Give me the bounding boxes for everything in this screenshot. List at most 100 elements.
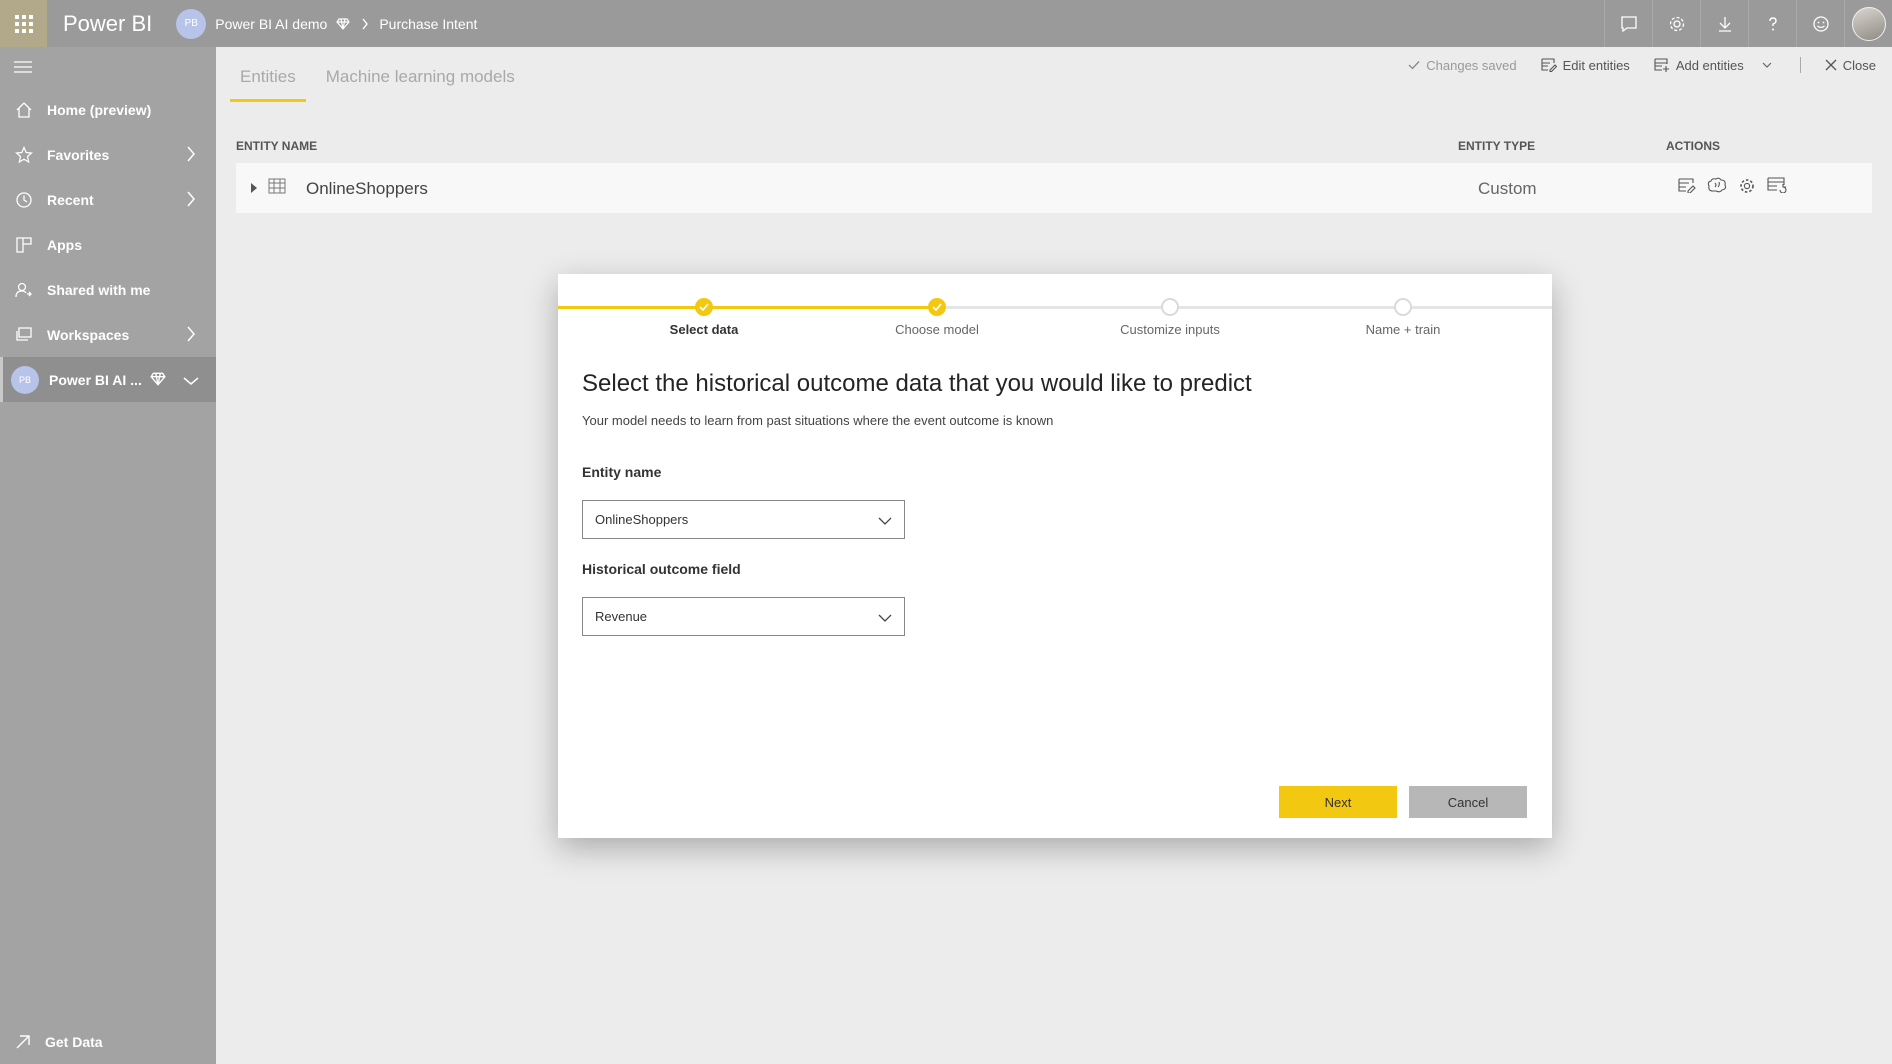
step-choose-model[interactable]: Choose model bbox=[837, 298, 1037, 337]
top-icons bbox=[1604, 0, 1892, 47]
help-icon[interactable] bbox=[1748, 0, 1796, 47]
premium-diamond-icon bbox=[150, 371, 166, 390]
workspaces-icon bbox=[14, 325, 34, 345]
nav-toggle-button[interactable] bbox=[0, 47, 216, 87]
settings-gear-icon[interactable] bbox=[1738, 177, 1756, 195]
refresh-table-icon[interactable] bbox=[1767, 177, 1787, 195]
edit-entities-button[interactable]: Edit entities bbox=[1541, 58, 1630, 73]
entity-type-cell: Custom bbox=[1478, 179, 1537, 198]
column-header-actions: ACTIONS bbox=[1666, 139, 1720, 153]
sidebar-item-workspaces[interactable]: Workspaces bbox=[0, 312, 216, 357]
close-icon bbox=[1825, 59, 1837, 71]
app-launcher-button[interactable] bbox=[0, 0, 47, 47]
outcome-field-label: Historical outcome field bbox=[582, 561, 741, 577]
home-icon bbox=[14, 100, 34, 120]
table-row[interactable]: OnlineShoppers Custom bbox=[236, 163, 1872, 213]
edit-entities-label: Edit entities bbox=[1562, 57, 1630, 73]
actions-bar: Changes saved Edit entities Add entities… bbox=[1384, 57, 1876, 73]
step-label: Choose model bbox=[895, 322, 979, 337]
tab-entities[interactable]: Entities bbox=[230, 67, 306, 102]
premium-diamond-icon bbox=[336, 17, 351, 31]
waffle-icon bbox=[14, 14, 33, 33]
column-header-entity-type: ENTITY TYPE bbox=[1458, 139, 1536, 153]
clock-icon bbox=[14, 190, 34, 210]
tab-ml-models[interactable]: Machine learning models bbox=[326, 67, 515, 102]
chevron-right-icon[interactable] bbox=[186, 190, 196, 211]
user-avatar bbox=[1851, 6, 1886, 41]
get-data-button[interactable]: Get Data bbox=[0, 1019, 216, 1064]
sidebar-item-label: Workspaces bbox=[47, 326, 130, 343]
chevron-right-icon[interactable] bbox=[186, 325, 196, 346]
column-header-entity-name: ENTITY NAME bbox=[236, 139, 318, 153]
sidebar-item-label: Home (preview) bbox=[47, 101, 152, 118]
account-button[interactable] bbox=[1844, 0, 1892, 47]
next-button[interactable]: Next bbox=[1279, 786, 1397, 818]
arrow-up-right-icon bbox=[14, 1033, 32, 1051]
chat-icon[interactable] bbox=[1604, 0, 1652, 47]
chevron-down-icon[interactable] bbox=[182, 373, 200, 389]
dialog-title: Select the historical outcome data that … bbox=[582, 370, 1252, 397]
entity-name-select[interactable]: OnlineShoppers bbox=[582, 500, 905, 539]
dialog-subtitle: Your model needs to learn from past situ… bbox=[582, 413, 1054, 428]
checkmark-icon bbox=[1408, 61, 1420, 70]
table-icon bbox=[268, 178, 286, 199]
sidebar-item-label: Power BI AI ... bbox=[49, 371, 142, 388]
changes-saved-label: Changes saved bbox=[1426, 57, 1517, 73]
step-label: Name + train bbox=[1365, 322, 1441, 337]
add-entities-label: Add entities bbox=[1675, 57, 1744, 73]
outcome-field-value: Revenue bbox=[595, 609, 648, 624]
changes-saved-status: Changes saved bbox=[1408, 57, 1517, 73]
step-check-icon bbox=[928, 298, 946, 316]
app-brand[interactable]: Power BI bbox=[63, 11, 152, 37]
wizard-stepper: Select data Choose model Customize input… bbox=[558, 274, 1552, 354]
step-check-icon bbox=[695, 298, 713, 316]
shared-icon bbox=[14, 280, 34, 300]
add-entities-button[interactable]: Add entities bbox=[1654, 58, 1744, 73]
sidebar-item-label: Favorites bbox=[47, 146, 110, 163]
sidebar-item-apps[interactable]: Apps bbox=[0, 222, 216, 267]
smiley-icon[interactable] bbox=[1796, 0, 1844, 47]
outcome-field-select[interactable]: Revenue bbox=[582, 597, 905, 636]
chevron-right-icon[interactable] bbox=[186, 145, 196, 166]
close-label: Close bbox=[1842, 57, 1876, 73]
sidebar-item-home[interactable]: Home (preview) bbox=[0, 87, 216, 132]
add-entities-dropdown[interactable] bbox=[1762, 62, 1778, 68]
expand-caret-icon[interactable] bbox=[250, 181, 258, 199]
step-label: Select data bbox=[669, 322, 739, 337]
brain-icon[interactable] bbox=[1707, 177, 1727, 195]
entity-name-cell: OnlineShoppers bbox=[306, 179, 428, 198]
edit-table-icon bbox=[1541, 58, 1557, 72]
step-customize-inputs[interactable]: Customize inputs bbox=[1070, 298, 1270, 337]
step-label: Customize inputs bbox=[1120, 322, 1220, 337]
step-select-data[interactable]: Select data bbox=[604, 298, 804, 337]
divider bbox=[1799, 57, 1801, 73]
workspace-avatar: PB bbox=[176, 8, 207, 39]
download-icon[interactable] bbox=[1700, 0, 1748, 47]
star-icon bbox=[14, 145, 34, 165]
step-name-train[interactable]: Name + train bbox=[1303, 298, 1503, 337]
row-actions bbox=[1678, 177, 1798, 195]
gear-icon[interactable] bbox=[1652, 0, 1700, 47]
chevron-right-icon bbox=[361, 18, 369, 30]
top-bar: Power BI PB Power BI AI demo Purchase In… bbox=[0, 0, 1892, 47]
entity-name-value: OnlineShoppers bbox=[595, 512, 689, 527]
create-model-dialog: Select data Choose model Customize input… bbox=[558, 274, 1552, 838]
breadcrumb-workspace[interactable]: Power BI AI demo bbox=[215, 16, 327, 32]
breadcrumb-current[interactable]: Purchase Intent bbox=[379, 16, 477, 32]
chevron-down-icon bbox=[878, 611, 892, 626]
step-empty-circle-icon bbox=[1161, 298, 1179, 316]
chevron-down-icon bbox=[878, 514, 892, 529]
hamburger-icon bbox=[14, 61, 32, 73]
sidebar-item-label: Recent bbox=[47, 191, 94, 208]
entity-name-label: Entity name bbox=[582, 464, 662, 480]
close-button[interactable]: Close bbox=[1825, 58, 1876, 73]
sidebar-item-favorites[interactable]: Favorites bbox=[0, 132, 216, 177]
sidebar-item-current-workspace[interactable]: PB Power BI AI ... bbox=[0, 357, 216, 402]
sidebar-item-recent[interactable]: Recent bbox=[0, 177, 216, 222]
edit-entity-icon[interactable] bbox=[1678, 177, 1696, 195]
apps-icon bbox=[14, 235, 34, 255]
sidebar-item-shared[interactable]: Shared with me bbox=[0, 267, 216, 312]
cancel-button[interactable]: Cancel bbox=[1409, 786, 1527, 818]
get-data-label: Get Data bbox=[45, 1033, 103, 1050]
workspace-avatar: PB bbox=[11, 365, 39, 394]
